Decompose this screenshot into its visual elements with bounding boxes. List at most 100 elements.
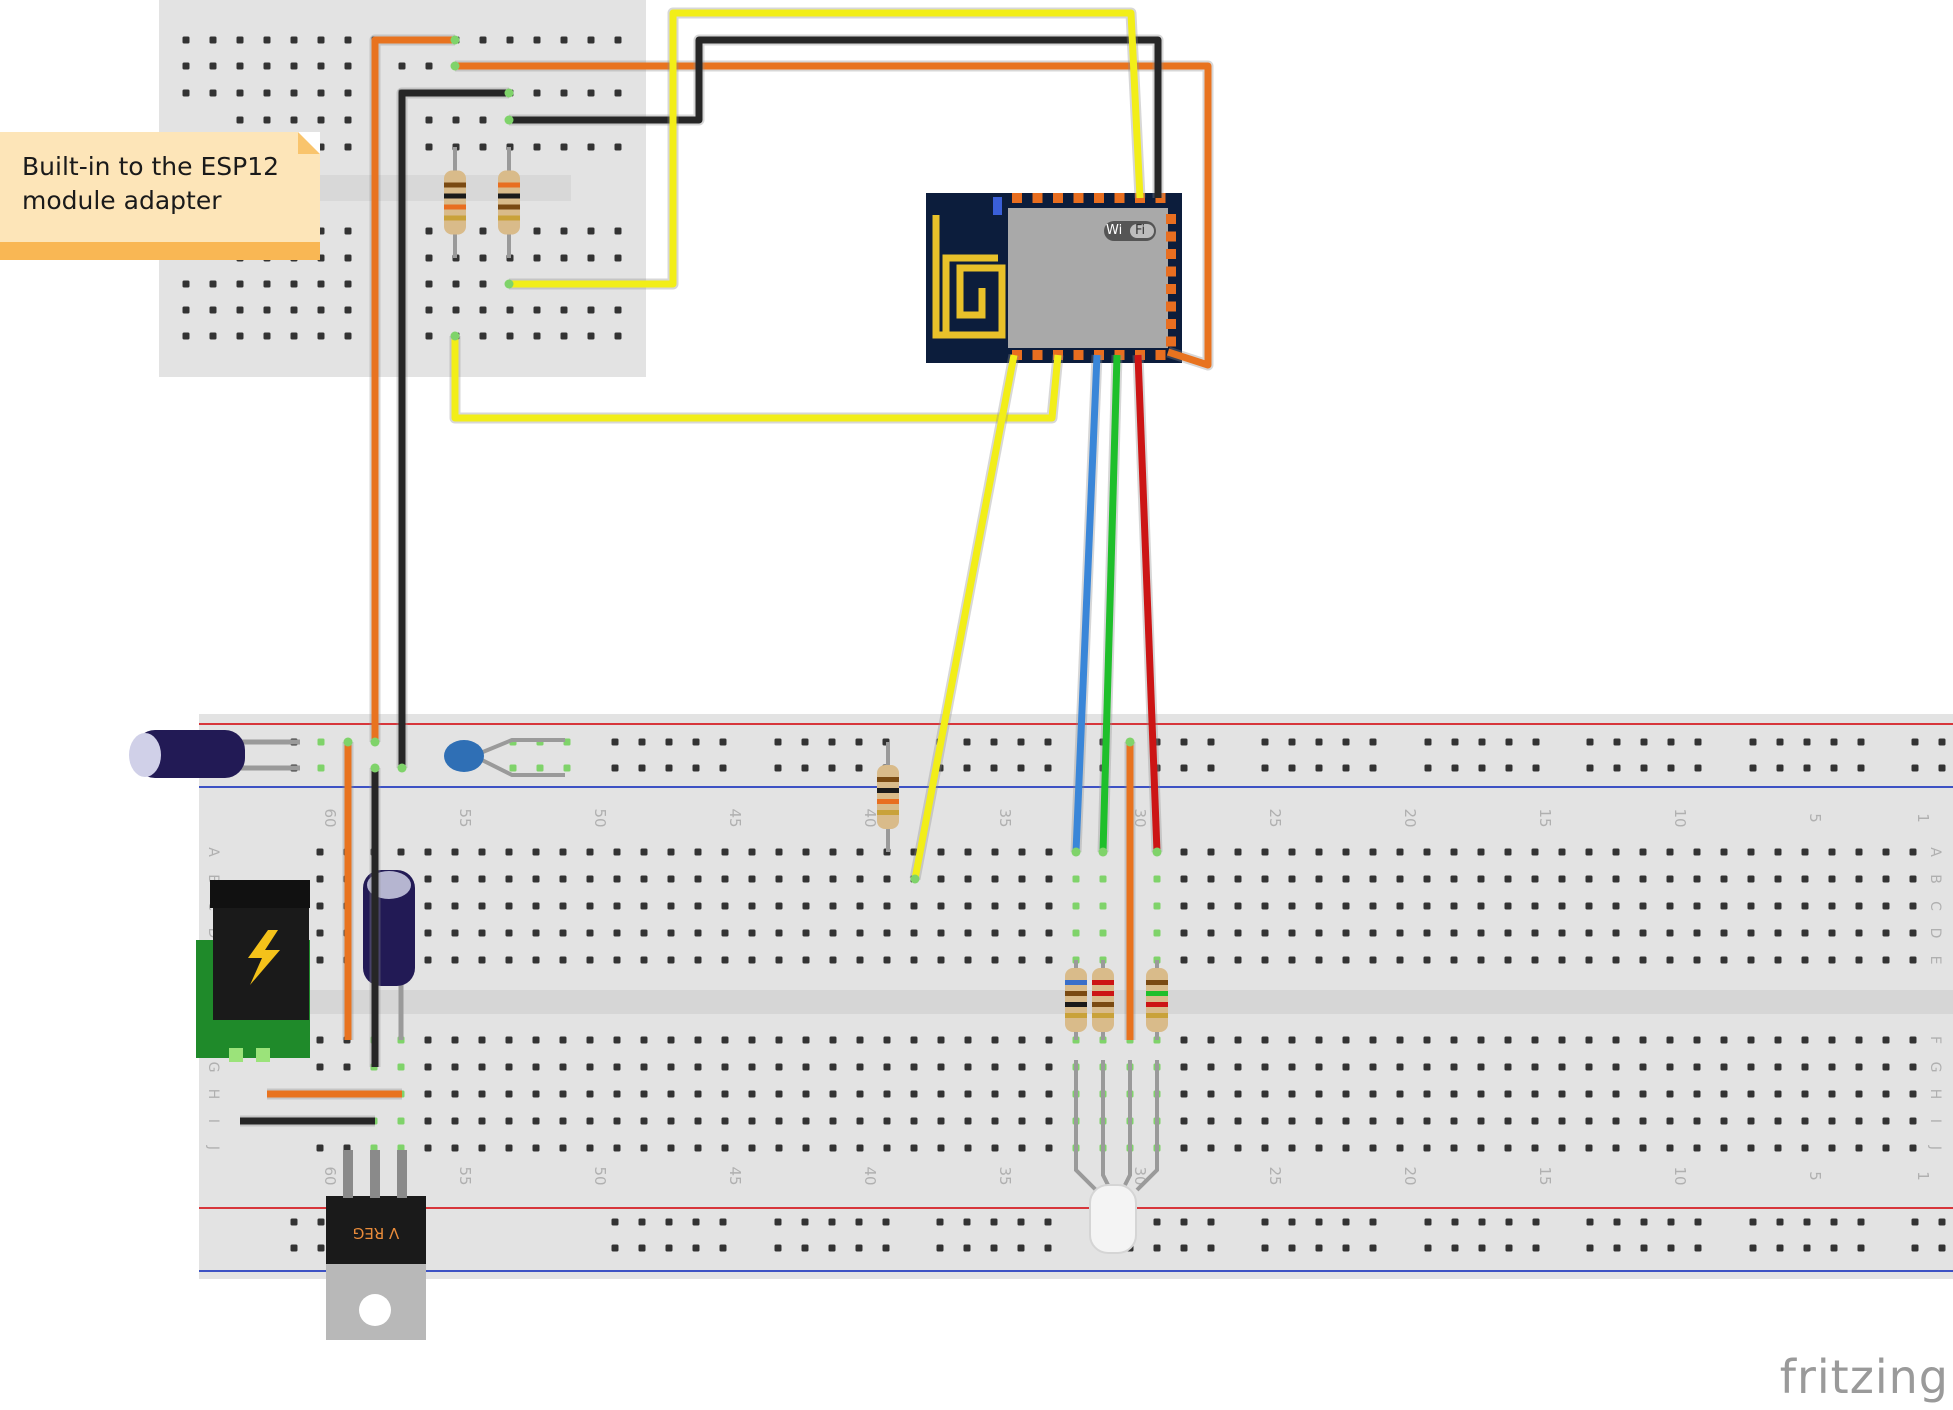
resistor-body bbox=[444, 170, 466, 235]
hole bbox=[801, 764, 809, 772]
hole bbox=[209, 89, 217, 97]
hole bbox=[1261, 848, 1269, 856]
hole bbox=[1855, 902, 1863, 910]
hole bbox=[963, 764, 971, 772]
esp-pin bbox=[1166, 336, 1176, 347]
hole bbox=[1855, 1090, 1863, 1098]
hole bbox=[560, 306, 568, 314]
hole bbox=[1261, 1244, 1269, 1252]
hole bbox=[829, 875, 837, 883]
hole bbox=[182, 89, 190, 97]
hole bbox=[1558, 1090, 1566, 1098]
fritzing-canvas: 60 60 55 55 50 50 45 45 40 40 35 35 30 30 25 25 20 20 15 15… bbox=[0, 0, 1953, 1410]
hole bbox=[559, 1063, 567, 1071]
hole bbox=[802, 956, 810, 964]
hole bbox=[1396, 1036, 1404, 1044]
hole bbox=[1451, 738, 1459, 746]
hole bbox=[559, 848, 567, 856]
hole bbox=[1666, 929, 1674, 937]
hole bbox=[1369, 848, 1377, 856]
hole bbox=[1504, 1063, 1512, 1071]
hole bbox=[883, 1144, 891, 1152]
hole bbox=[883, 929, 891, 937]
hole bbox=[665, 764, 673, 772]
hole bbox=[1234, 848, 1242, 856]
hole bbox=[692, 738, 700, 746]
hole bbox=[910, 1117, 918, 1125]
hole bbox=[209, 306, 217, 314]
hole bbox=[611, 738, 619, 746]
hole-connected bbox=[1153, 902, 1161, 910]
wifi-badge-right: Fi bbox=[1135, 223, 1146, 238]
hole bbox=[1207, 1117, 1215, 1125]
hole bbox=[829, 902, 837, 910]
hole bbox=[1720, 875, 1728, 883]
row-letter: E bbox=[1927, 956, 1943, 965]
hole bbox=[1909, 1144, 1917, 1152]
hole bbox=[991, 875, 999, 883]
hole bbox=[638, 1218, 646, 1226]
hole bbox=[1504, 875, 1512, 883]
hole bbox=[1261, 929, 1269, 937]
hole bbox=[586, 902, 594, 910]
row-letter: C bbox=[1927, 901, 1943, 911]
hole bbox=[1666, 956, 1674, 964]
hole bbox=[667, 1090, 675, 1098]
wire-endpoint bbox=[504, 279, 514, 289]
hole bbox=[694, 875, 702, 883]
hole bbox=[990, 1218, 998, 1226]
hole bbox=[937, 929, 945, 937]
hole bbox=[802, 1117, 810, 1125]
row-letter: J bbox=[205, 1145, 221, 1150]
column-number: 25 bbox=[1266, 808, 1284, 827]
hole bbox=[1288, 956, 1296, 964]
hole bbox=[1693, 1144, 1701, 1152]
hole bbox=[721, 848, 729, 856]
esp12-module bbox=[926, 193, 1182, 363]
hole bbox=[1911, 1218, 1919, 1226]
column-number: 60 bbox=[321, 1166, 339, 1185]
hole bbox=[1585, 1036, 1593, 1044]
esp-pin bbox=[1053, 193, 1063, 203]
hole bbox=[1830, 764, 1838, 772]
hole bbox=[1450, 1117, 1458, 1125]
hole bbox=[1234, 956, 1242, 964]
hole bbox=[1342, 1218, 1350, 1226]
esp-pin bbox=[1012, 193, 1022, 203]
hole bbox=[505, 929, 513, 937]
hole bbox=[694, 1144, 702, 1152]
column-number: 35 bbox=[996, 808, 1014, 827]
hole bbox=[829, 1144, 837, 1152]
hole bbox=[1531, 956, 1539, 964]
hole bbox=[1612, 848, 1620, 856]
resistor-band bbox=[1092, 980, 1114, 985]
hole bbox=[1639, 956, 1647, 964]
hole bbox=[613, 1117, 621, 1125]
hole bbox=[694, 1036, 702, 1044]
hole bbox=[478, 1063, 486, 1071]
hole bbox=[1180, 1063, 1188, 1071]
hole bbox=[1776, 738, 1784, 746]
hole bbox=[1180, 1117, 1188, 1125]
hole bbox=[343, 1063, 351, 1071]
hole bbox=[1909, 902, 1917, 910]
hole bbox=[1639, 902, 1647, 910]
hole bbox=[1261, 875, 1269, 883]
hole bbox=[1828, 1117, 1836, 1125]
hole bbox=[1830, 738, 1838, 746]
hole-connected bbox=[1099, 875, 1107, 883]
hole bbox=[1882, 1063, 1890, 1071]
hole bbox=[1477, 902, 1485, 910]
hole-connected bbox=[1153, 929, 1161, 937]
hole bbox=[560, 143, 568, 151]
hole bbox=[721, 929, 729, 937]
hole bbox=[1477, 929, 1485, 937]
hole bbox=[532, 929, 540, 937]
resistor-band bbox=[498, 193, 520, 199]
resistor-band bbox=[877, 799, 899, 804]
hole bbox=[694, 1090, 702, 1098]
hole bbox=[1423, 929, 1431, 937]
hole bbox=[1532, 1244, 1540, 1252]
hole bbox=[1882, 929, 1890, 937]
hole bbox=[1315, 848, 1323, 856]
